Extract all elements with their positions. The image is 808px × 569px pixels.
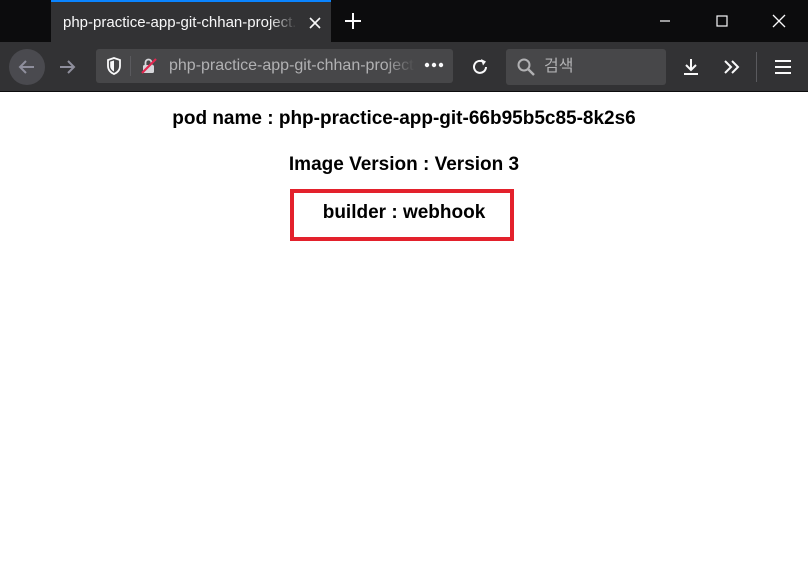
app-menu-button[interactable] [765, 49, 801, 85]
back-arrow-icon [18, 60, 34, 74]
search-icon [517, 58, 535, 76]
image-version-text: Image Version : Version 3 [288, 154, 520, 175]
window-close-icon [772, 14, 786, 28]
overflow-button[interactable] [714, 49, 750, 85]
forward-arrow-icon [60, 60, 76, 74]
plus-icon [345, 13, 361, 29]
maximize-button[interactable] [700, 0, 744, 42]
window-close-button[interactable] [757, 0, 801, 42]
new-tab-button[interactable] [340, 8, 366, 34]
insecure-lock-icon[interactable] [140, 57, 158, 75]
active-tab[interactable]: php-practice-app-git-chhan-project.apps.… [51, 0, 331, 42]
more-icon[interactable] [424, 60, 444, 70]
title-bar: php-practice-app-git-chhan-project.apps.… [0, 0, 808, 42]
toolbar-separator [756, 52, 757, 82]
overflow-chevron-icon [724, 60, 740, 74]
search-placeholder: 검색 [544, 58, 574, 75]
close-icon [309, 17, 321, 29]
tab-title: php-practice-app-git-chhan-project.apps.… [63, 14, 297, 31]
reload-icon [473, 59, 487, 74]
page-content: pod name : php-practice-app-git-66b95b5c… [0, 92, 808, 569]
builder-text: builder : webhook [322, 202, 486, 223]
url-bar[interactable]: php-practice-app-git-chhan-project.apps.… [96, 49, 453, 83]
download-icon [684, 59, 698, 75]
shield-icon [107, 57, 121, 75]
forward-button[interactable] [49, 49, 85, 85]
reload-button[interactable] [462, 49, 498, 85]
hamburger-menu-icon [775, 60, 791, 74]
tab-close-button[interactable] [304, 12, 326, 34]
navigation-toolbar: php-practice-app-git-chhan-project.apps.… [0, 42, 808, 92]
url-separator [130, 56, 131, 76]
downloads-button[interactable] [673, 49, 709, 85]
minimize-button[interactable] [643, 0, 687, 42]
url-text[interactable]: php-practice-app-git-chhan-project.apps.… [169, 56, 415, 76]
minimize-icon [660, 20, 670, 22]
pod-name-text: pod name : php-practice-app-git-66b95b5c… [172, 108, 636, 129]
back-button[interactable] [9, 49, 45, 85]
search-bar[interactable]: 검색 [506, 49, 666, 85]
maximize-icon [716, 15, 728, 27]
